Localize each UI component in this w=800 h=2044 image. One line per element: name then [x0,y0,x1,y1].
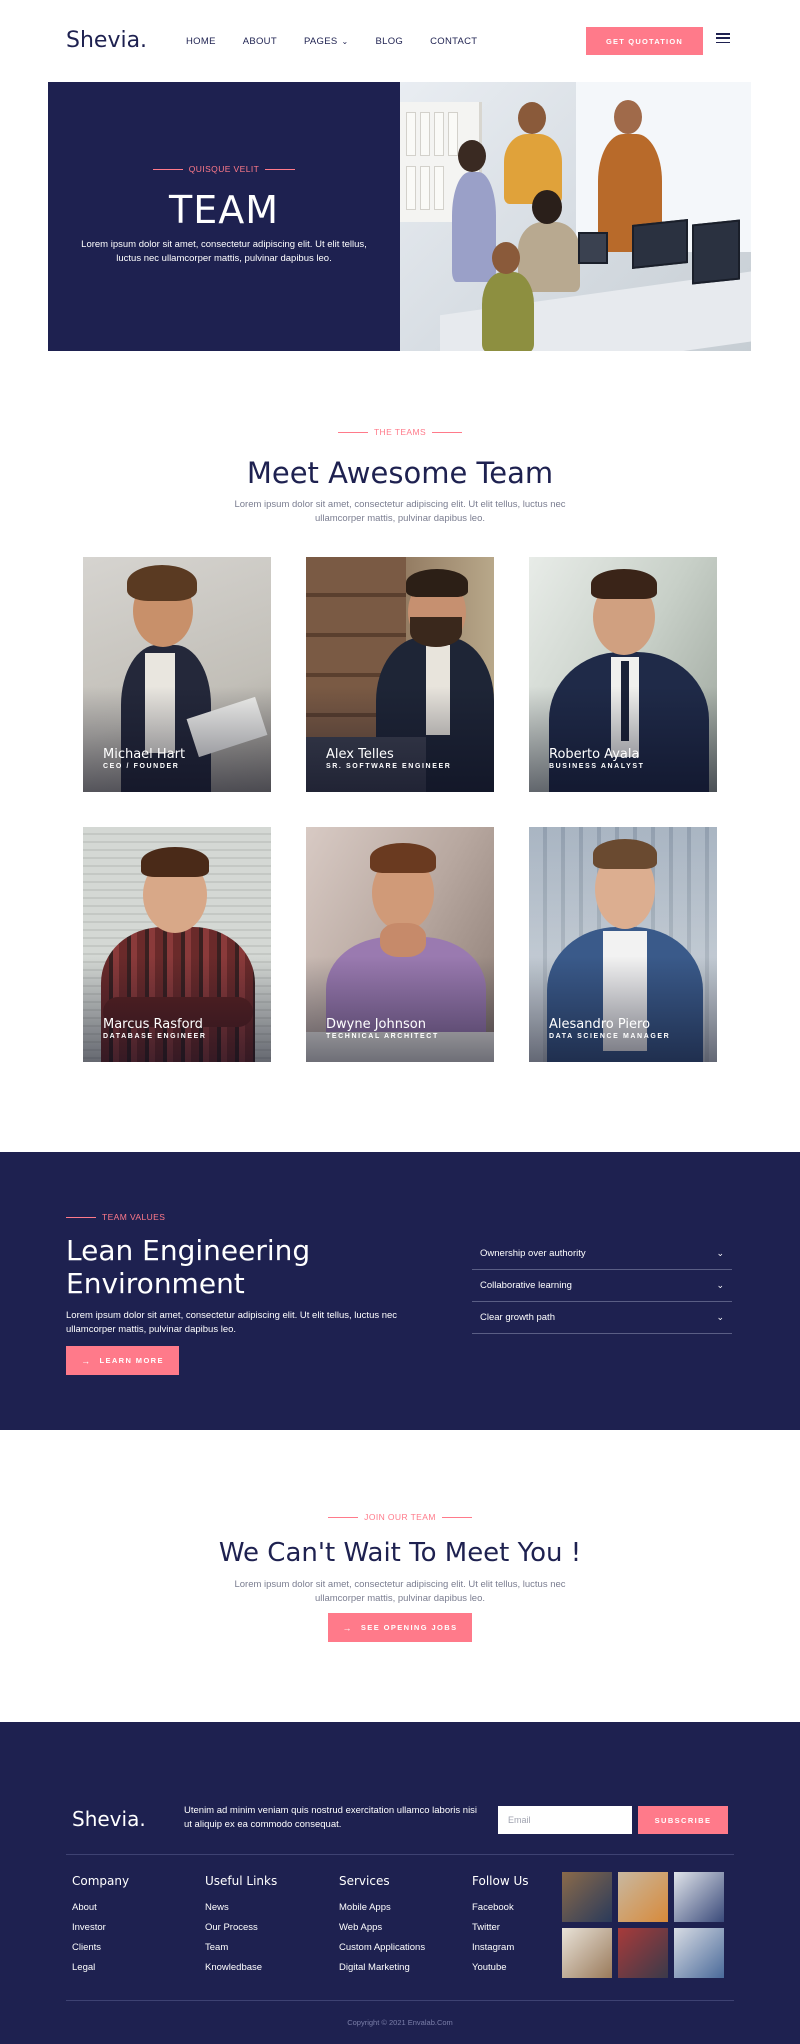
site-footer: Shevia. Utenim ad minim veniam quis nost… [0,1722,800,2044]
member-name: Roberto Ayala [549,747,640,762]
footer-link[interactable]: Team [205,1942,277,1953]
footer-divider [66,1854,734,1855]
chevron-down-icon: ⌄ [341,37,349,46]
member-name: Alex Telles [326,747,394,762]
team-card[interactable]: Michael Hart CEO / FOUNDER [83,557,271,792]
values-text: Lorem ipsum dolor sit amet, consectetur … [66,1310,398,1335]
gallery-thumbnail[interactable] [618,1928,668,1978]
accordion-item[interactable]: Collaborative learning ⌄ [472,1270,732,1302]
footer-col-title: Follow Us [472,1874,529,1888]
footer-link[interactable]: Digital Marketing [339,1962,425,1973]
footer-link[interactable]: Investor [72,1922,129,1933]
footer-col-follow-us: Follow Us Facebook Twitter Instagram You… [472,1874,529,1982]
footer-col-company: Company About Investor Clients Legal [72,1874,129,1982]
nav-item-contact[interactable]: CONTACT [430,36,477,47]
team-card[interactable]: Alesandro Piero DATA SCIENCE MANAGER [529,827,717,1062]
footer-gallery [562,1872,728,1978]
menu-icon[interactable] [716,33,730,43]
member-role: CEO / FOUNDER [103,763,180,770]
team-values-section: TEAM VALUES Lean Engineering Environment… [0,1152,800,1430]
team-card[interactable]: Dwyne Johnson TECHNICAL ARCHITECT [306,827,494,1062]
team-card[interactable]: Marcus Rasford DATABASE ENGINEER [83,827,271,1062]
accordion-item[interactable]: Clear growth path ⌄ [472,1302,732,1334]
brand-logo[interactable]: Shevia. [66,28,147,53]
footer-divider [66,2000,734,2001]
footer-link[interactable]: Our Process [205,1922,277,1933]
nav-item-home[interactable]: HOME [186,36,216,47]
teams-eyebrow: THE TEAMS [0,427,800,437]
team-card[interactable]: Roberto Ayala BUSINESS ANALYST [529,557,717,792]
copyright-text: Copyright © 2021 Envalab.Com [347,2018,453,2027]
chevron-down-icon: ⌄ [716,1280,724,1290]
values-title: Lean Engineering Environment [66,1234,311,1300]
footer-link[interactable]: Twitter [472,1922,529,1933]
join-section: JOIN OUR TEAM We Can't Wait To Meet You … [0,1430,800,1722]
footer-col-useful-links: Useful Links News Our Process Team Knowl… [205,1874,277,1982]
arrow-right-icon: → [342,1622,353,1633]
footer-col-title: Useful Links [205,1874,278,1888]
hero-section: QUISQUE VELIT TEAM Lorem ipsum dolor sit… [48,82,751,351]
join-title: We Can't Wait To Meet You ! [218,1538,582,1568]
accordion-item[interactable]: Ownership over authority ⌄ [472,1238,732,1270]
footer-link[interactable]: Web Apps [339,1922,425,1933]
member-name: Dwyne Johnson [326,1017,426,1032]
footer-logo[interactable]: Shevia. [72,1807,146,1831]
footer-col-services: Services Mobile Apps Web Apps Custom App… [339,1874,425,1982]
gallery-thumbnail[interactable] [618,1872,668,1922]
footer-link[interactable]: Youtube [472,1962,529,1973]
site-header: Shevia. HOME ABOUT PAGES ⌄ BLOG CONTACT G… [0,0,800,82]
member-role: BUSINESS ANALYST [549,763,645,770]
nav-item-blog[interactable]: BLOG [375,36,403,47]
email-field[interactable] [498,1806,632,1834]
member-role: SR. SOFTWARE ENGINEER [326,763,452,770]
hero-title: TEAM [168,188,279,232]
member-name: Marcus Rasford [103,1017,203,1032]
member-role: DATABASE ENGINEER [103,1033,207,1040]
teams-title: Meet Awesome Team [246,456,554,490]
member-role: TECHNICAL ARCHITECT [326,1033,439,1040]
footer-link[interactable]: Instagram [472,1942,529,1953]
see-opening-jobs-button[interactable]: → SEE OPENING JOBS [328,1613,472,1642]
get-quotation-button[interactable]: GET QUOTATION [586,27,703,55]
gallery-thumbnail[interactable] [562,1928,612,1978]
footer-link[interactable]: Facebook [472,1902,529,1913]
values-eyebrow: TEAM VALUES [66,1212,165,1222]
nav-item-pages[interactable]: PAGES ⌄ [304,36,349,47]
footer-link[interactable]: Legal [72,1962,129,1973]
footer-link[interactable]: News [205,1902,277,1913]
teams-text: Lorem ipsum dolor sit amet, consectetur … [234,499,566,524]
team-card[interactable]: Alex Telles SR. SOFTWARE ENGINEER [306,557,494,792]
nav-item-about[interactable]: ABOUT [243,36,277,47]
gallery-thumbnail[interactable] [674,1928,724,1978]
footer-col-title: Company [72,1874,130,1888]
hero-panel: QUISQUE VELIT TEAM Lorem ipsum dolor sit… [48,82,400,351]
footer-link[interactable]: Custom Applications [339,1942,425,1953]
footer-col-title: Services [339,1874,390,1888]
join-eyebrow: JOIN OUR TEAM [0,1512,800,1522]
footer-link[interactable]: Knowledbase [205,1962,277,1973]
member-name: Alesandro Piero [549,1017,651,1032]
chevron-down-icon: ⌄ [716,1312,724,1322]
footer-tagline: Utenim ad minim veniam quis nostrud exer… [184,1805,478,1830]
main-nav: HOME ABOUT PAGES ⌄ BLOG CONTACT [186,36,504,47]
footer-link[interactable]: Clients [72,1942,129,1953]
hero-eyebrow: QUISQUE VELIT [48,164,400,174]
footer-link[interactable]: Mobile Apps [339,1902,425,1913]
member-role: DATA SCIENCE MANAGER [549,1033,671,1040]
gallery-thumbnail[interactable] [562,1872,612,1922]
member-name: Michael Hart [103,747,186,762]
subscribe-button[interactable]: SUBSCRIBE [638,1806,728,1834]
join-text: Lorem ipsum dolor sit amet, consectetur … [234,1579,566,1604]
hero-text: Lorem ipsum dolor sit amet, consectetur … [81,239,367,264]
gallery-thumbnail[interactable] [674,1872,724,1922]
hero-team-photo [400,82,751,351]
learn-more-button[interactable]: → LEARN MORE [66,1346,179,1375]
footer-link[interactable]: About [72,1902,129,1913]
arrow-right-icon: → [81,1355,92,1366]
chevron-down-icon: ⌄ [716,1248,724,1258]
